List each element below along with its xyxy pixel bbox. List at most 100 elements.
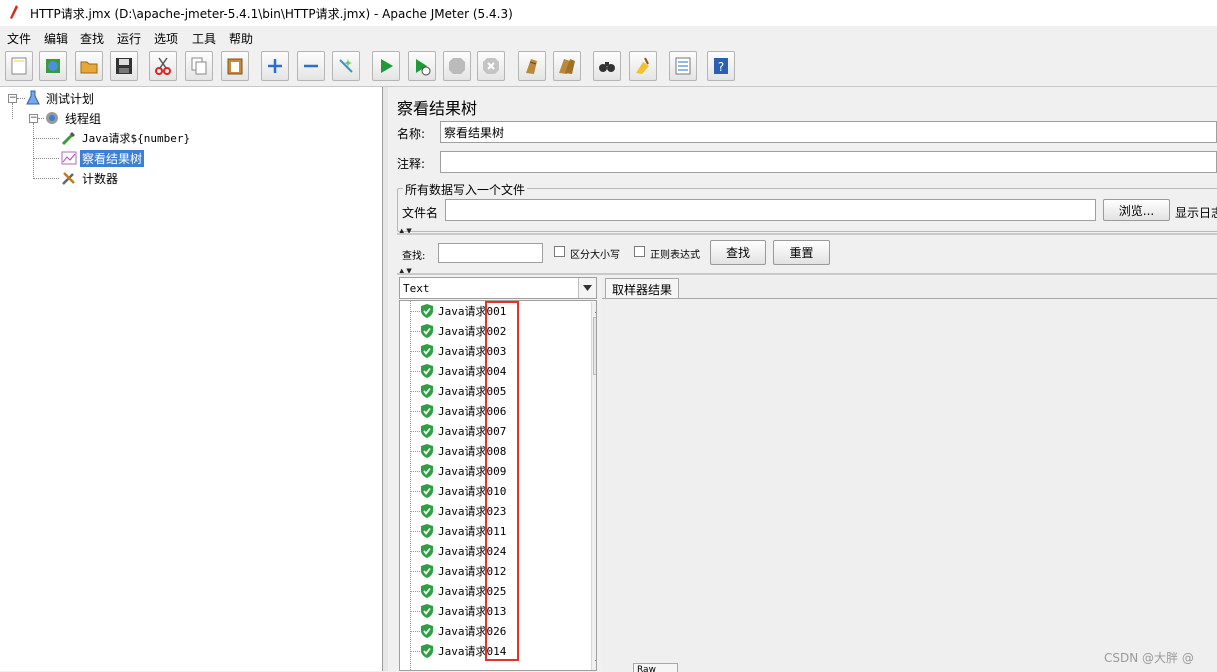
stop-button[interactable] xyxy=(443,51,471,81)
collapse-toggle[interactable]: − xyxy=(29,114,38,123)
filename-field[interactable] xyxy=(445,199,1096,221)
scroll-down-arrow-icon[interactable] xyxy=(592,655,596,670)
scroll-up-arrow-icon[interactable] xyxy=(592,302,596,317)
title-bar: HTTP请求.jmx (D:\apache-jmeter-5.4.1\bin\H… xyxy=(0,0,1217,26)
collapse-all-button[interactable] xyxy=(297,51,325,81)
start-no-pauses-button[interactable] xyxy=(408,51,436,81)
paste-button[interactable] xyxy=(221,51,249,81)
tree-item-java-sampler[interactable]: Java请求${number} xyxy=(61,129,192,147)
start-button[interactable] xyxy=(372,51,400,81)
expand-all-button[interactable] xyxy=(261,51,289,81)
success-shield-icon xyxy=(420,364,434,378)
success-shield-icon xyxy=(420,464,434,478)
listener-chart-icon xyxy=(61,150,77,166)
find-button[interactable]: 查找 xyxy=(710,240,766,265)
shutdown-button[interactable] xyxy=(477,51,505,81)
cut-button[interactable] xyxy=(149,51,177,81)
tree-item-label: 计数器 xyxy=(82,171,119,186)
sampler-pipette-icon xyxy=(61,130,77,146)
menu-options[interactable]: 选项 xyxy=(154,30,178,47)
menu-search[interactable]: 查找 xyxy=(80,30,104,47)
help-question-icon: ? xyxy=(714,58,728,74)
tree-item-label: 测试计划 xyxy=(46,91,95,106)
chevron-down-icon[interactable] xyxy=(578,278,596,298)
tree-connector xyxy=(410,551,420,552)
tree-connector xyxy=(33,138,59,139)
shutdown-icon xyxy=(483,58,499,74)
menu-run[interactable]: 运行 xyxy=(117,30,141,47)
clear-all-broom-icon xyxy=(559,59,575,74)
tree-item-result-tree[interactable]: 察看结果树 xyxy=(61,149,145,167)
scrollbar-thumb[interactable] xyxy=(593,317,596,375)
name-field[interactable] xyxy=(440,121,1217,143)
section-divider xyxy=(397,273,1217,275)
new-button[interactable] xyxy=(5,51,33,81)
success-shield-icon xyxy=(420,644,434,658)
case-sensitive-checkbox[interactable] xyxy=(554,246,565,257)
templates-icon xyxy=(46,59,60,73)
clear-broom-icon xyxy=(526,59,537,74)
minus-icon xyxy=(304,64,318,68)
panel-title: 察看结果树 xyxy=(397,99,478,118)
browse-button[interactable]: 浏览... xyxy=(1103,199,1170,221)
success-shield-icon xyxy=(420,424,434,438)
copy-button[interactable] xyxy=(185,51,213,81)
result-detail-tabs: 取样器结果 Raw xyxy=(602,277,1217,672)
search-input[interactable] xyxy=(438,243,543,263)
clear-button[interactable] xyxy=(518,51,546,81)
test-plan-flask-icon xyxy=(25,90,41,106)
reset-button[interactable]: 重置 xyxy=(773,240,830,265)
search-button[interactable] xyxy=(593,51,621,81)
renderer-value: Text xyxy=(403,282,430,295)
templates-button[interactable] xyxy=(39,51,67,81)
regex-checkbox[interactable] xyxy=(634,246,645,257)
plus-icon xyxy=(268,59,282,73)
tree-connector xyxy=(410,451,420,452)
collapse-toggle[interactable]: − xyxy=(8,94,17,103)
tab-sampler-result[interactable]: 取样器结果 xyxy=(605,278,680,299)
success-shield-icon xyxy=(420,404,434,418)
svg-text:?: ? xyxy=(718,60,724,74)
comment-field[interactable] xyxy=(440,151,1217,173)
success-shield-icon xyxy=(420,324,434,338)
play-icon xyxy=(381,59,393,73)
tree-connector xyxy=(410,531,420,532)
toggle-button[interactable] xyxy=(332,51,360,81)
tree-item-thread-group[interactable]: 线程组 xyxy=(44,109,103,127)
list-icon xyxy=(675,57,691,75)
clear-all-button[interactable] xyxy=(553,51,581,81)
menu-tools[interactable]: 工具 xyxy=(192,30,216,47)
section-divider xyxy=(397,233,1217,235)
watermark: CSDN @大胖 @ xyxy=(1104,651,1194,665)
file-output-legend: 所有数据写入一个文件 xyxy=(403,181,528,198)
tree-connector xyxy=(410,591,420,592)
menu-file[interactable]: 文件 xyxy=(7,30,31,47)
tree-item-counter[interactable]: 计数器 xyxy=(61,169,120,187)
result-tree-panel: 察看结果树 名称: 注释: 所有数据写入一个文件 文件名 浏览... 显示日志 … xyxy=(388,87,1217,672)
tree-item-label: 察看结果树 xyxy=(80,149,145,167)
help-button[interactable]: ? xyxy=(707,51,735,81)
reset-search-button[interactable] xyxy=(629,51,657,81)
tree-item-test-plan[interactable]: 测试计划 xyxy=(25,89,96,107)
menu-help[interactable]: 帮助 xyxy=(229,30,253,47)
tree-connector xyxy=(410,571,420,572)
test-plan-tree: − − 测试计划 线程组 Java请求${number} 察看结果树 计数器 xyxy=(0,87,383,671)
renderer-select[interactable]: Text xyxy=(399,277,597,299)
tree-connector xyxy=(410,371,420,372)
case-sensitive-label: 区分大小写 xyxy=(570,250,620,261)
open-button[interactable] xyxy=(75,51,103,81)
tree-connector xyxy=(410,611,420,612)
cut-scissors-icon xyxy=(155,57,171,75)
function-helper-button[interactable] xyxy=(669,51,697,81)
tree-connector xyxy=(410,351,420,352)
success-shield-icon xyxy=(420,604,434,618)
success-shield-icon xyxy=(420,304,434,318)
tree-connector xyxy=(410,411,420,412)
vertical-scrollbar[interactable] xyxy=(591,302,596,670)
menu-edit[interactable]: 编辑 xyxy=(44,30,68,47)
regex-label: 正则表达式 xyxy=(650,250,700,261)
annotation-highlight-box xyxy=(485,301,519,661)
thread-group-gear-icon xyxy=(44,110,60,126)
tree-connector xyxy=(410,511,420,512)
save-button[interactable] xyxy=(110,51,138,81)
